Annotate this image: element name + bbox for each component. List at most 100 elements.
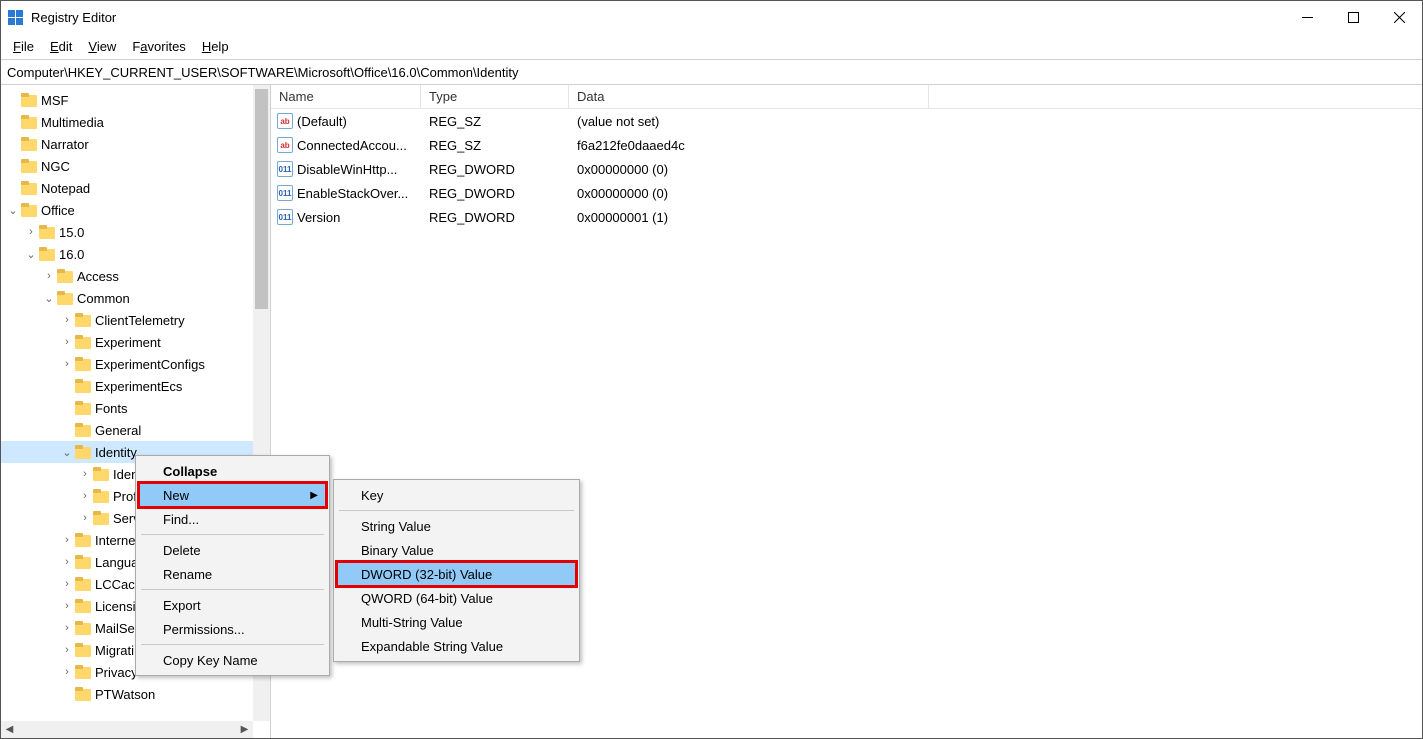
- ctx-new-dword[interactable]: DWORD (32-bit) Value: [337, 562, 576, 586]
- chevron-right-icon[interactable]: ›: [59, 534, 75, 546]
- chevron-right-icon[interactable]: ›: [59, 314, 75, 326]
- chevron-right-icon[interactable]: ›: [59, 556, 75, 568]
- value-row[interactable]: 011DisableWinHttp...REG_DWORD0x00000000 …: [271, 157, 1422, 181]
- chevron-right-icon[interactable]: ›: [59, 600, 75, 612]
- chevron-right-icon[interactable]: ›: [77, 468, 93, 480]
- tree-node-access[interactable]: › Access: [1, 265, 253, 287]
- value-name: EnableStackOver...: [297, 186, 408, 201]
- close-button[interactable]: [1376, 1, 1422, 33]
- ctx-new-qword[interactable]: QWORD (64-bit) Value: [337, 586, 576, 610]
- chevron-down-icon[interactable]: ⌄: [5, 204, 21, 217]
- separator: [141, 644, 324, 645]
- tree-node-label: Access: [77, 269, 119, 284]
- tree-node-label: MailSe: [95, 621, 135, 636]
- column-type[interactable]: Type: [421, 85, 569, 108]
- value-type: REG_SZ: [421, 114, 569, 129]
- folder-icon: [21, 181, 37, 195]
- ctx-collapse[interactable]: Collapse: [139, 459, 326, 483]
- chevron-right-icon[interactable]: ›: [59, 578, 75, 590]
- tree-node-label: ExperimentEcs: [95, 379, 182, 394]
- tree-node-office[interactable]: ⌄Office: [1, 199, 253, 221]
- tree-node-label: ExperimentConfigs: [95, 357, 205, 372]
- chevron-right-icon[interactable]: ›: [77, 512, 93, 524]
- tree-node-label: Multimedia: [41, 115, 104, 130]
- folder-icon: [75, 423, 91, 437]
- chevron-right-icon[interactable]: ›: [59, 358, 75, 370]
- value-data: 0x00000000 (0): [569, 162, 929, 177]
- address-bar[interactable]: Computer\HKEY_CURRENT_USER\SOFTWARE\Micr…: [1, 59, 1422, 85]
- tree-node-msf[interactable]: MSF: [1, 89, 253, 111]
- tree-node-fonts[interactable]: Fonts: [1, 397, 253, 419]
- ctx-new-multistring[interactable]: Multi-String Value: [337, 610, 576, 634]
- tree-node-experimentconfigs[interactable]: › ExperimentConfigs: [1, 353, 253, 375]
- ctx-delete[interactable]: Delete: [139, 538, 326, 562]
- column-name[interactable]: Name: [271, 85, 421, 108]
- ctx-new-string[interactable]: String Value: [337, 514, 576, 538]
- folder-icon: [75, 335, 91, 349]
- value-row[interactable]: 011VersionREG_DWORD0x00000001 (1): [271, 205, 1422, 229]
- folder-icon: [75, 379, 91, 393]
- tree-node-experimentecs[interactable]: ExperimentEcs: [1, 375, 253, 397]
- value-name: Version: [297, 210, 340, 225]
- tree-node-general[interactable]: General: [1, 419, 253, 441]
- menu-view[interactable]: View: [80, 36, 124, 57]
- chevron-right-icon[interactable]: ›: [59, 336, 75, 348]
- chevron-right-icon[interactable]: ›: [59, 644, 75, 656]
- value-row[interactable]: abConnectedAccou...REG_SZf6a212fe0daaed4…: [271, 133, 1422, 157]
- ctx-copy-key-name[interactable]: Copy Key Name: [139, 648, 326, 672]
- tree-node-15-0[interactable]: ›15.0: [1, 221, 253, 243]
- minimize-button[interactable]: [1284, 1, 1330, 33]
- chevron-down-icon[interactable]: ⌄: [59, 446, 75, 459]
- menu-edit[interactable]: Edit: [42, 36, 80, 57]
- tree-node-label: Langua: [95, 555, 138, 570]
- chevron-down-icon[interactable]: ⌄: [41, 292, 57, 305]
- chevron-down-icon[interactable]: ⌄: [23, 248, 39, 261]
- chevron-right-icon[interactable]: ›: [59, 666, 75, 678]
- tree-horizontal-scrollbar[interactable]: ◀▶: [1, 721, 253, 738]
- values-header: Name Type Data: [271, 85, 1422, 109]
- menu-help[interactable]: Help: [194, 36, 237, 57]
- tree-node-label: Narrator: [41, 137, 89, 152]
- ctx-new-binary[interactable]: Binary Value: [337, 538, 576, 562]
- ctx-rename[interactable]: Rename: [139, 562, 326, 586]
- ctx-new-expandstring[interactable]: Expandable String Value: [337, 634, 576, 658]
- string-value-icon: ab: [277, 113, 293, 129]
- folder-icon: [75, 533, 91, 547]
- value-name: (Default): [297, 114, 347, 129]
- ctx-new[interactable]: New ▶: [139, 483, 326, 507]
- chevron-right-icon[interactable]: ›: [59, 622, 75, 634]
- value-row[interactable]: ab(Default)REG_SZ(value not set): [271, 109, 1422, 133]
- folder-icon: [93, 511, 109, 525]
- tree-node-clienttelemetry[interactable]: ›ClientTelemetry: [1, 309, 253, 331]
- tree-node-ngc[interactable]: NGC: [1, 155, 253, 177]
- menu-favorites[interactable]: Favorites: [124, 36, 193, 57]
- folder-icon: [57, 269, 73, 283]
- tree-node-experiment[interactable]: ›Experiment: [1, 331, 253, 353]
- tree-node-ptwatson[interactable]: PTWatson: [1, 683, 253, 705]
- ctx-find[interactable]: Find...: [139, 507, 326, 531]
- tree-node-label: PTWatson: [95, 687, 155, 702]
- tree-node-label: Fonts: [95, 401, 128, 416]
- chevron-right-icon[interactable]: ›: [41, 270, 57, 282]
- submenu-arrow-icon: ▶: [310, 490, 318, 501]
- ctx-permissions[interactable]: Permissions...: [139, 617, 326, 641]
- tree-node-multimedia[interactable]: Multimedia: [1, 111, 253, 133]
- tree-node-label: Notepad: [41, 181, 90, 196]
- string-value-icon: ab: [277, 137, 293, 153]
- folder-icon: [39, 225, 55, 239]
- tree-node-narrator[interactable]: Narrator: [1, 133, 253, 155]
- chevron-right-icon[interactable]: ›: [77, 490, 93, 502]
- tree-node-label: Prof: [113, 489, 137, 504]
- tree-node-common[interactable]: ⌄Common: [1, 287, 253, 309]
- menu-file[interactable]: File: [5, 36, 42, 57]
- ctx-export[interactable]: Export: [139, 593, 326, 617]
- ctx-new-key[interactable]: Key: [337, 483, 576, 507]
- tree-node-notepad[interactable]: Notepad: [1, 177, 253, 199]
- chevron-right-icon[interactable]: ›: [23, 226, 39, 238]
- folder-icon: [75, 313, 91, 327]
- folder-icon: [75, 643, 91, 657]
- tree-node-16-0[interactable]: ⌄16.0: [1, 243, 253, 265]
- value-row[interactable]: 011EnableStackOver...REG_DWORD0x00000000…: [271, 181, 1422, 205]
- column-data[interactable]: Data: [569, 85, 929, 108]
- maximize-button[interactable]: [1330, 1, 1376, 33]
